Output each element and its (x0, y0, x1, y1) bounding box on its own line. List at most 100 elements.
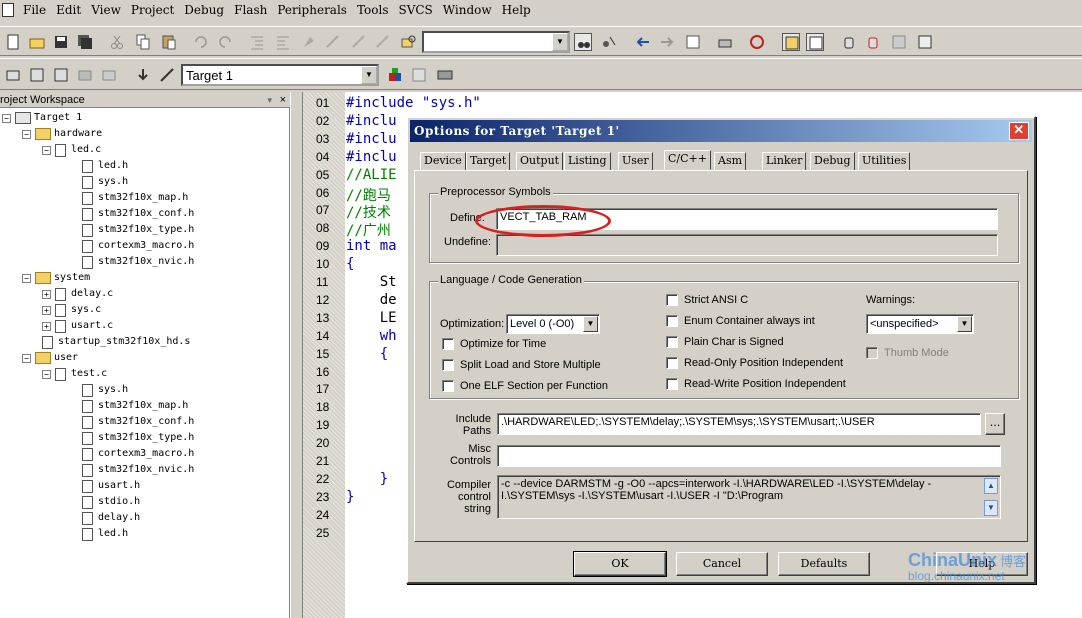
tree-file[interactable]: + delay.c (42, 286, 113, 302)
ok-button[interactable]: OK (573, 551, 667, 577)
build-icon[interactable] (28, 66, 46, 84)
warnings-select[interactable]: <unspecified> ▼ (866, 314, 974, 334)
tree-folder[interactable]: − system (22, 270, 90, 286)
enum-container-checkbox[interactable] (666, 315, 678, 327)
close-icon[interactable]: ✕ (1009, 122, 1029, 140)
browse-icon[interactable] (684, 33, 702, 51)
tree-file[interactable]: + usart.c (42, 318, 113, 334)
dialog-title-bar[interactable]: Options for Target 'Target 1' ✕ (410, 120, 1032, 142)
new-file-icon[interactable] (4, 33, 22, 51)
tab-user[interactable]: User (618, 152, 653, 170)
menu-file[interactable]: File (18, 1, 51, 19)
batch-build-icon[interactable] (76, 66, 94, 84)
tree-file[interactable]: − led.c (42, 142, 101, 158)
tree-file[interactable]: stdio.h (82, 494, 140, 510)
collapse-icon[interactable]: − (22, 273, 31, 283)
open-folder-icon[interactable] (28, 33, 46, 51)
tree-file[interactable]: cortexm3_macro.h (82, 238, 194, 254)
download-icon[interactable] (134, 66, 152, 84)
bookmark-icon[interactable] (300, 33, 318, 51)
rw-pi-checkbox[interactable] (666, 378, 678, 390)
defaults-button[interactable]: Defaults (778, 552, 870, 576)
tree-target[interactable]: − Target 1 (2, 110, 82, 126)
menu-help[interactable]: Help (497, 1, 536, 19)
optimization-select[interactable]: Level 0 (-O0) ▼ (506, 314, 600, 334)
split-load-checkbox[interactable] (442, 359, 454, 371)
tree-file[interactable]: stm32f10x_type.h (82, 430, 194, 446)
pane-splitter[interactable] (290, 92, 303, 618)
include-paths-field[interactable]: .\HARDWARE\LED;.\SYSTEM\delay;.\SYSTEM\s… (497, 413, 981, 435)
find-combo[interactable]: ▼ (422, 31, 570, 53)
misc-controls-field[interactable] (497, 445, 1001, 467)
expand-icon[interactable]: + (42, 289, 51, 299)
tree-folder[interactable]: − hardware (22, 126, 102, 142)
tab-utilities[interactable]: Utilities (858, 152, 911, 170)
tree-file[interactable]: sys.h (82, 382, 128, 398)
undefine-field[interactable] (496, 234, 998, 256)
menu-svcs[interactable]: SVCS (393, 1, 437, 19)
menu-view[interactable]: View (86, 1, 126, 19)
tree-file[interactable]: stm32f10x_map.h (82, 190, 188, 206)
browse-button[interactable]: ... (985, 413, 1005, 435)
indent-icon[interactable] (248, 33, 266, 51)
tree-file[interactable]: stm32f10x_nvic.h (82, 462, 194, 478)
debug-session-icon[interactable] (748, 33, 766, 51)
cut-icon[interactable] (108, 33, 126, 51)
bookmark-prev-icon[interactable] (324, 33, 342, 51)
redo-icon[interactable] (216, 33, 234, 51)
tree-file[interactable]: delay.h (82, 510, 140, 526)
tree-file[interactable]: startup_stm32f10x_hd.s (42, 334, 190, 350)
incremental-find-icon[interactable] (600, 33, 618, 51)
strict-ansi-checkbox[interactable] (666, 294, 678, 306)
menu-tools[interactable]: Tools (352, 1, 394, 19)
scroll-up-icon[interactable]: ▲ (984, 478, 998, 494)
manage-components-icon[interactable] (386, 66, 404, 84)
tree-file[interactable]: led.h (82, 158, 128, 174)
target-options-icon[interactable] (158, 66, 176, 84)
find-icon[interactable] (574, 33, 592, 51)
tree-file[interactable]: sys.h (82, 174, 128, 190)
bookmark-next-icon[interactable] (350, 33, 368, 51)
chevron-down-icon[interactable]: ▼ (361, 66, 377, 84)
bookmark-clear-icon[interactable] (374, 33, 392, 51)
tab-target[interactable]: Target (466, 152, 511, 170)
target-select[interactable]: Target 1 ▼ (181, 64, 379, 86)
menu-window[interactable]: Window (438, 1, 497, 19)
hand-icon[interactable] (840, 33, 858, 51)
collapse-icon[interactable]: − (2, 113, 11, 123)
rebuild-icon[interactable] (52, 66, 70, 84)
stop-build-icon[interactable] (100, 66, 118, 84)
pin-icon[interactable]: ▾ (267, 92, 272, 108)
tree-file[interactable]: cortexm3_macro.h (82, 446, 194, 462)
hand-stop-icon[interactable] (864, 33, 882, 51)
output-window-icon[interactable] (806, 33, 824, 51)
workspace-toggle-icon[interactable] (782, 33, 800, 51)
optimize-time-checkbox[interactable] (442, 338, 454, 350)
tab-linker[interactable]: Linker (762, 152, 807, 170)
tree-file[interactable]: − test.c (42, 366, 107, 382)
tree-file[interactable]: led.h (82, 526, 128, 542)
tab-debug[interactable]: Debug (810, 152, 855, 170)
translate-icon[interactable] (4, 66, 22, 84)
tab-output[interactable]: Output (516, 152, 564, 170)
thumb-mode-checkbox[interactable] (866, 347, 878, 359)
tree-file[interactable]: stm32f10x_type.h (82, 222, 194, 238)
back-arrow-icon[interactable] (634, 33, 652, 51)
scroll-down-icon[interactable]: ▼ (984, 500, 998, 516)
chevron-down-icon[interactable]: ▼ (583, 316, 598, 332)
save-all-icon[interactable] (76, 33, 94, 51)
tab-listing[interactable]: Listing (564, 152, 611, 170)
ro-pi-checkbox[interactable] (666, 357, 678, 369)
plain-char-checkbox[interactable] (666, 336, 678, 348)
cancel-button[interactable]: Cancel (676, 552, 768, 576)
print-icon[interactable] (716, 33, 734, 51)
one-elf-checkbox[interactable] (442, 380, 454, 392)
collapse-icon[interactable]: − (42, 369, 51, 379)
paste-icon[interactable] (160, 33, 178, 51)
collapse-icon[interactable]: − (22, 129, 31, 139)
save-icon[interactable] (52, 33, 70, 51)
undo-icon[interactable] (192, 33, 210, 51)
chevron-down-icon[interactable]: ▼ (957, 316, 972, 332)
tree-file[interactable]: stm32f10x_nvic.h (82, 254, 194, 270)
tab-asm[interactable]: Asm (714, 152, 747, 170)
